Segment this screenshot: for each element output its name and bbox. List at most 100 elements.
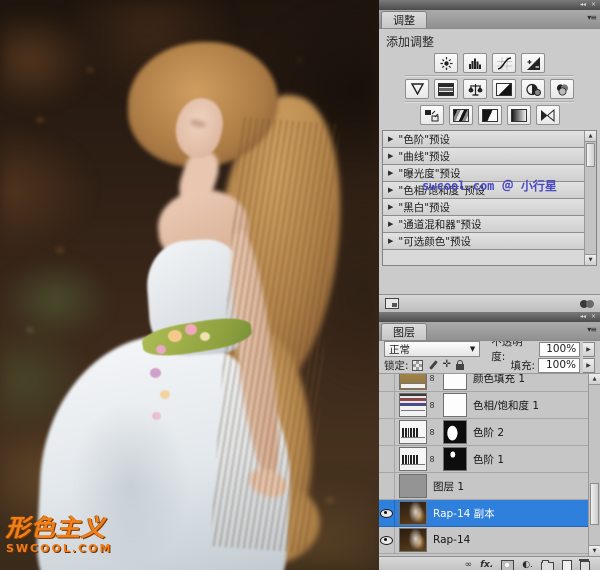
fill-value[interactable]: 100% [538,358,580,373]
new-layer-icon[interactable] [562,560,572,570]
panel-menu-icon[interactable]: ▾≡ [587,325,596,334]
layer-mask-thumbnail[interactable] [443,373,467,390]
visibility-toggle[interactable] [379,419,395,445]
posterize-icon[interactable] [449,105,473,125]
black-white-icon[interactable] [492,79,516,99]
layer-name[interactable]: Rap-14 [433,534,470,546]
curves-icon[interactable] [492,53,516,73]
hue-saturation-icon[interactable] [434,79,458,99]
flower [160,390,170,399]
layer-name[interactable]: 色阶 2 [473,425,504,440]
photo-watermark: 形色主义 SWCOOL.COM [6,516,112,554]
flower [150,368,161,378]
close-panel-icon[interactable]: × [591,2,596,8]
expand-triangle-icon[interactable]: ▶ [388,169,393,177]
lock-image-pixels-icon[interactable] [428,360,438,370]
document-canvas[interactable]: 形色主义 SWCOOL.COM [0,0,379,570]
visibility-toggle[interactable] [379,473,395,499]
layer-name[interactable]: 色阶 1 [473,452,504,467]
photo-filter-icon[interactable] [521,79,545,99]
visibility-toggle[interactable] [379,392,395,418]
visibility-toggle[interactable] [379,373,395,391]
expand-triangle-icon[interactable]: ▶ [388,135,393,143]
visibility-toggle[interactable] [379,500,395,526]
layers-scrollbar[interactable]: ▲ ▼ [588,374,600,556]
preset-black-white[interactable]: ▶"黑白"预设 [383,199,585,216]
layer-row-hue-saturation-1[interactable]: 8 色相/饱和度 1 [379,392,589,419]
opacity-spinner-icon[interactable]: ▶ [583,342,595,357]
visibility-toggle[interactable] [379,527,395,553]
layer-mask-thumbnail[interactable] [443,447,467,471]
new-group-icon[interactable] [541,562,554,570]
layer-name[interactable]: 色相/饱和度 1 [473,398,539,413]
scroll-up-icon[interactable]: ▲ [589,374,600,385]
invert-icon[interactable] [420,105,444,125]
layer-thumbnail[interactable] [399,474,427,498]
layer-row-layer-1[interactable]: 图层 1 [379,473,589,500]
layer-row-rap-14[interactable]: Rap-14 [379,527,589,554]
tab-adjustments[interactable]: 调整 [381,11,427,28]
link-layers-icon[interactable]: ∞ [465,561,473,570]
tab-layers[interactable]: 图层 [381,323,427,340]
expand-triangle-icon[interactable]: ▶ [388,220,393,228]
layer-name[interactable]: 颜色填充 1 [473,373,525,386]
lock-row: 锁定: ✛ 填充: 100% ▶ [379,357,600,373]
lock-transparent-pixels-icon[interactable] [412,360,423,371]
blend-mode-select[interactable]: 正常 ▼ [384,341,480,357]
layer-row-levels-2[interactable]: 8 色阶 2 [379,419,589,446]
add-layer-mask-icon[interactable] [501,560,514,570]
threshold-icon[interactable] [478,105,502,125]
expand-triangle-icon[interactable]: ▶ [388,203,393,211]
lock-label: 锁定: [384,358,409,373]
levels-icon[interactable] [463,53,487,73]
layer-row-color-fill-1[interactable]: 8 颜色填充 1 [379,373,589,392]
layer-row-rap-14-copy[interactable]: Rap-14 副本 [379,500,589,527]
scroll-down-icon[interactable]: ▼ [585,254,596,265]
layer-row-levels-1[interactable]: 8 色阶 1 [379,446,589,473]
new-adjustment-layer-icon[interactable]: ◐. [522,561,533,570]
collapse-to-icons-icon[interactable]: ◂◂ [580,314,586,320]
photo-layer-thumbnail[interactable] [399,528,427,552]
levels-thumbnail[interactable] [399,420,427,444]
fill-spinner-icon[interactable]: ▶ [583,358,595,373]
brightness-contrast-icon[interactable] [434,53,458,73]
channel-mixer-icon[interactable] [550,79,574,99]
vibrance-icon[interactable] [405,79,429,99]
visibility-toggle[interactable] [379,446,395,472]
gradient-map-icon[interactable] [507,105,531,125]
collapse-to-icons-icon[interactable]: ◂◂ [580,2,586,8]
eye-icon[interactable] [380,509,393,518]
layer-mask-thumbnail[interactable] [443,393,467,417]
lock-position-icon[interactable]: ✛ [443,360,451,370]
presets-scrollbar[interactable]: ▲ ▼ [584,131,596,265]
switch-panel-view-icon[interactable] [385,298,399,309]
scrollbar-thumb[interactable] [590,483,599,525]
fill-layer-thumbnail[interactable] [399,373,427,390]
eye-icon[interactable] [380,536,393,545]
exposure-icon[interactable] [521,53,545,73]
delete-layer-icon[interactable] [580,561,590,570]
preset-selective-color[interactable]: ▶"可选颜色"预设 [383,233,585,250]
preset-channel-mixer[interactable]: ▶"通道混和器"预设 [383,216,585,233]
selective-color-icon[interactable] [536,105,560,125]
panel-menu-icon[interactable]: ▾≡ [587,13,596,22]
clip-to-layer-icon[interactable] [580,300,594,308]
scroll-up-icon[interactable]: ▲ [585,131,596,142]
layer-name[interactable]: 图层 1 [433,479,464,494]
opacity-value[interactable]: 100% [539,342,580,357]
expand-triangle-icon[interactable]: ▶ [388,237,393,245]
scroll-down-icon[interactable]: ▼ [589,545,600,556]
color-balance-icon[interactable] [463,79,487,99]
close-panel-icon[interactable]: × [591,314,596,320]
levels-thumbnail[interactable] [399,447,427,471]
expand-triangle-icon[interactable]: ▶ [388,152,393,160]
preset-curves[interactable]: ▶"曲线"预设 [383,148,585,165]
layer-name[interactable]: Rap-14 副本 [433,506,495,521]
layer-mask-thumbnail[interactable] [443,420,467,444]
hue-saturation-thumbnail[interactable] [399,393,427,417]
lock-all-icon[interactable] [456,364,464,370]
scrollbar-thumb[interactable] [586,143,595,167]
preset-levels[interactable]: ▶"色阶"预设 [383,131,585,148]
layer-style-fx-icon[interactable]: fx. [480,561,493,570]
photo-layer-thumbnail[interactable] [399,501,427,525]
